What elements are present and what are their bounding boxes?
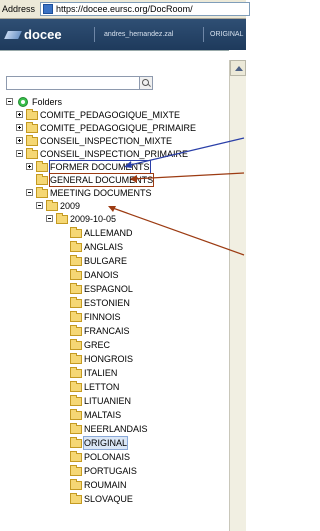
arrow-brown (131, 172, 245, 180)
annotation-arrows (108, 137, 245, 256)
arrow-brown-head (130, 175, 137, 183)
arrow-brown-2 (109, 206, 245, 256)
arrow-blue-head (124, 161, 132, 168)
arrow-blue (125, 137, 245, 167)
